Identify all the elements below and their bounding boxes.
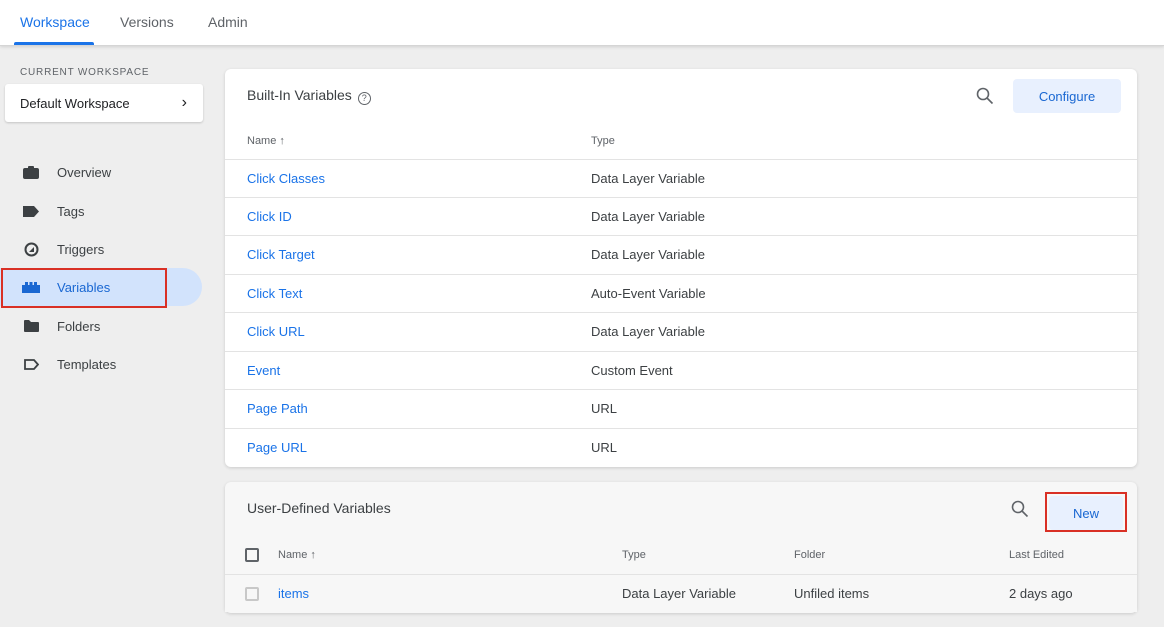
workspace-selector[interactable]: Default Workspace ›	[5, 84, 203, 122]
column-header-folder[interactable]: Folder	[794, 549, 825, 561]
variable-link[interactable]: Event	[247, 363, 280, 378]
table-row: Click Target Data Layer Variable	[225, 235, 1137, 273]
sidebar-item-triggers[interactable]: Triggers	[0, 230, 202, 268]
briefcase-icon	[20, 164, 42, 180]
column-header-name[interactable]: Name ↑	[278, 549, 316, 561]
chevron-right-icon: ›	[181, 94, 187, 111]
user-defined-variables-card: User-Defined Variables New Name ↑ Type F…	[225, 482, 1137, 613]
sidebar-item-label: Templates	[57, 356, 117, 372]
variable-type: Data Layer Variable	[591, 209, 705, 224]
variable-type: Auto-Event Variable	[591, 286, 706, 301]
sidebar-item-tags[interactable]: Tags	[0, 192, 202, 230]
table-row: Click ID Data Layer Variable	[225, 197, 1137, 235]
column-header-name[interactable]: Name ↑	[247, 135, 285, 147]
sidebar-item-folders[interactable]: Folders	[0, 307, 202, 345]
variable-type: Data Layer Variable	[622, 586, 736, 601]
variable-type: Data Layer Variable	[591, 171, 705, 186]
workspace-name: Default Workspace	[20, 95, 130, 111]
table-row: Event Custom Event	[225, 351, 1137, 389]
select-all-checkbox[interactable]	[245, 548, 259, 562]
tab-versions[interactable]: Versions	[120, 14, 174, 30]
sidebar-item-label: Tags	[57, 203, 85, 219]
help-icon[interactable]: ?	[357, 92, 371, 105]
variable-type: Custom Event	[591, 363, 673, 378]
variables-highlight-outline	[1, 268, 167, 308]
variable-link[interactable]: Click Text	[247, 286, 302, 301]
user-defined-title: User-Defined Variables	[247, 500, 391, 516]
table-row: Click Classes Data Layer Variable	[225, 159, 1137, 197]
variable-type: URL	[591, 401, 618, 416]
table-row: Page Path URL	[225, 389, 1137, 427]
variable-link[interactable]: Click Target	[247, 247, 315, 262]
tag-icon	[20, 203, 42, 219]
search-icon[interactable]	[1011, 500, 1029, 518]
current-workspace-label: CURRENT WORKSPACE	[20, 67, 150, 78]
table-row: Click URL Data Layer Variable	[225, 312, 1137, 350]
sidebar-item-overview[interactable]: Overview	[0, 153, 202, 191]
folder-icon	[20, 318, 42, 334]
variable-last-edited: 2 days ago	[1009, 586, 1073, 601]
column-header-type[interactable]: Type	[622, 549, 646, 561]
configure-button[interactable]: Configure	[1013, 79, 1121, 113]
trigger-icon	[20, 241, 42, 257]
variable-type: URL	[591, 440, 618, 455]
sidebar-item-templates[interactable]: Templates	[0, 345, 202, 383]
template-icon	[20, 356, 42, 372]
variable-link[interactable]: Page URL	[247, 440, 307, 455]
tab-admin[interactable]: Admin	[208, 14, 248, 30]
variable-link[interactable]: Click URL	[247, 324, 305, 339]
variable-link[interactable]: Click ID	[247, 209, 292, 224]
sidebar-item-label: Overview	[57, 164, 112, 180]
variable-link[interactable]: Page Path	[247, 401, 308, 416]
column-header-type[interactable]: Type	[591, 135, 615, 147]
variable-folder: Unfiled items	[794, 586, 870, 601]
variable-link[interactable]: items	[278, 586, 309, 601]
builtin-variables-card: Built-In Variables? Configure Name ↑ Typ…	[225, 69, 1137, 467]
column-header-last-edited[interactable]: Last Edited	[1009, 549, 1064, 561]
table-row: items Data Layer Variable Unfiled items …	[225, 574, 1137, 612]
new-button-highlight-outline	[1045, 492, 1127, 532]
variable-type: Data Layer Variable	[591, 324, 705, 339]
variable-type: Data Layer Variable	[591, 247, 705, 262]
tab-workspace[interactable]: Workspace	[20, 14, 90, 30]
top-nav: Workspace Versions Admin	[0, 0, 1164, 46]
table-row: Page URL URL	[225, 428, 1137, 466]
sidebar-item-label: Triggers	[57, 241, 105, 257]
search-icon[interactable]	[976, 87, 994, 105]
variable-link[interactable]: Click Classes	[247, 171, 325, 186]
table-row: Click Text Auto-Event Variable	[225, 274, 1137, 312]
builtin-title-text: Built-In Variables	[247, 87, 352, 103]
sidebar-item-label: Folders	[57, 318, 101, 334]
active-tab-indicator	[14, 42, 94, 45]
builtin-variables-title: Built-In Variables?	[247, 87, 371, 105]
row-checkbox[interactable]	[245, 587, 259, 601]
